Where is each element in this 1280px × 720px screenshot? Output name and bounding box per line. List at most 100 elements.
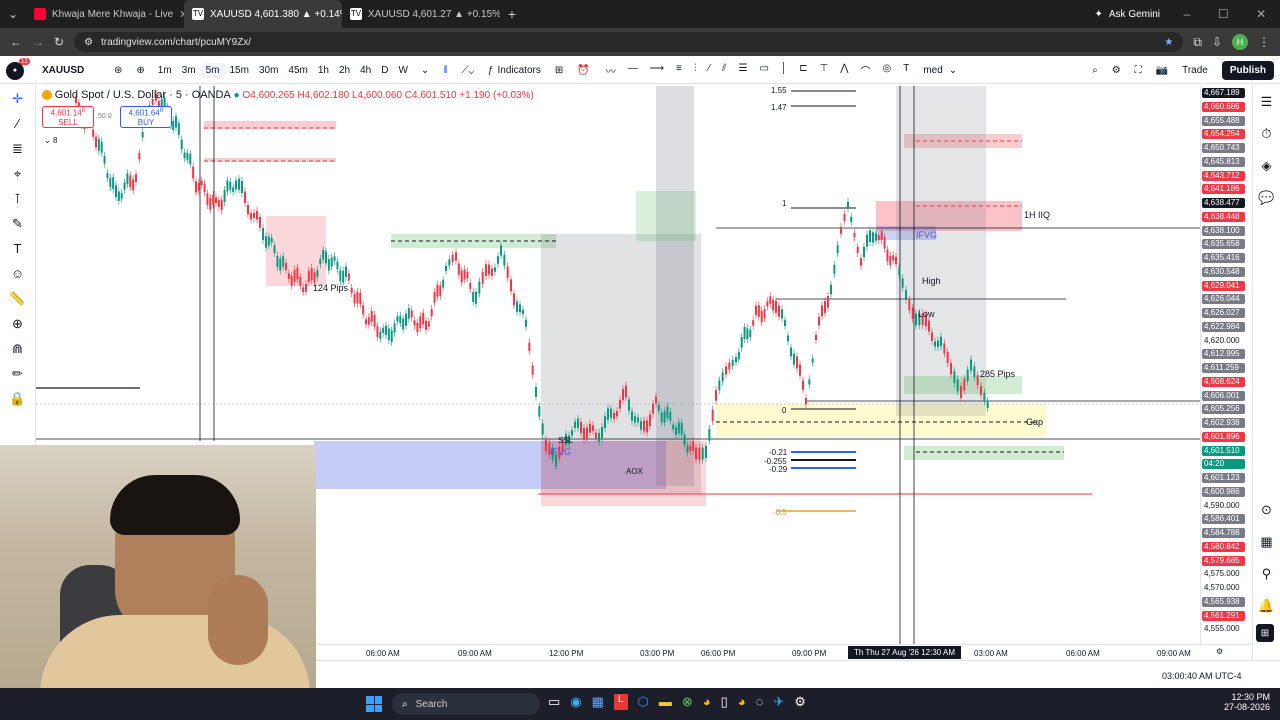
liquidity-label[interactable]: 1H IIQ [1024,210,1050,220]
taskbar-search[interactable]: ⌕ Search [392,693,540,715]
path-tool-icon[interactable]: ⋀ [840,63,848,78]
vline-tool-icon[interactable]: │ [781,63,787,78]
timeframe-3m[interactable]: 3m [177,63,201,78]
candle-style-icon[interactable]: ⫴ [437,65,453,76]
reload-icon[interactable]: ↻ [54,35,64,49]
chrome-icon-2[interactable]: ◕ [738,694,746,710]
ifvg-label[interactable]: IFVG [916,230,937,240]
scroll-to-realtime-icon[interactable]: ⊙ [1253,494,1280,526]
emoji-icon[interactable]: ☺ [0,261,35,286]
timeframe-dropdown-icon[interactable]: ⌄ [415,65,435,76]
timeframe-5m[interactable]: 5m [200,63,225,78]
notifications-icon[interactable]: 🔔 [1253,590,1280,622]
app-l-icon[interactable]: L [613,694,628,710]
tab-list-icon[interactable]: ⌄ [0,7,26,21]
timeframe-1h[interactable]: 1h [313,63,334,78]
site-info-icon[interactable]: ⚙ [84,37,93,48]
edge-icon[interactable]: ◉ [570,694,581,710]
rectangle-tool-icon[interactable]: ▭ [759,63,768,78]
forecast-tool-icon[interactable]: ⊺ [0,186,35,211]
magnet-icon[interactable]: ⋒ [0,336,35,361]
brush-tool-icon[interactable]: ✎ [0,211,35,236]
fib-tool-icon[interactable]: ≡ [676,63,682,78]
add-symbol-icon[interactable]: ⊕ [130,65,150,76]
search-icon[interactable]: ⌕ [1092,65,1098,76]
bookmark-star-icon[interactable]: ★ [1164,37,1173,48]
sell-button[interactable]: 4,601.140 SELL [42,106,94,128]
ask-gemini-button[interactable]: ✦ Ask Gemini [1084,9,1170,20]
timeframe-D[interactable]: D [376,63,393,78]
text-tool-icon[interactable]: T [903,63,909,78]
fullscreen-icon[interactable]: ⛶ [1135,65,1142,76]
windows-start-icon[interactable] [366,696,382,712]
text-anchor-icon[interactable]: ⊤ [820,63,829,78]
browser-menu-icon[interactable]: ⋮ [1258,35,1270,49]
maximize-icon[interactable]: ☐ [1218,7,1229,21]
url-field[interactable]: ⚙ tradingview.com/chart/pcuMY9Zx/ ★ [74,32,1184,52]
high-label[interactable]: High [922,276,941,286]
crosshair-tool-icon[interactable]: ✛ [0,86,35,111]
store-icon[interactable]: ▦ [592,694,604,710]
publish-button[interactable]: Publish [1221,61,1274,80]
close-window-icon[interactable]: ✕ [1256,7,1266,21]
new-tab-button[interactable]: + [500,6,524,22]
fib-retracement-tool-icon[interactable]: ≣ [0,136,35,161]
alerts-icon[interactable]: ⏱ [1253,118,1280,150]
indicator-toggle[interactable]: ⌄ 8 [44,136,57,145]
trade-button[interactable]: Trade [1182,65,1208,76]
timeframe-15m[interactable]: 15m [225,63,254,78]
forward-icon[interactable]: → [32,35,44,49]
symbol-search[interactable]: XAUUSD [36,65,106,76]
downloads-icon[interactable]: ⇩ [1212,35,1222,49]
measure-tool-icon[interactable]: ⊏ [799,63,807,78]
layout-name[interactable]: med [919,65,946,76]
line-style-icon[interactable]: ⟋⌄ [456,65,480,76]
zoom-in-icon[interactable]: ⊕ [0,311,35,336]
curve-tool-icon[interactable]: ⌒ [861,63,871,78]
templates-icon[interactable]: ⊞ [549,65,569,76]
alert-icon[interactable]: ⏰ [571,65,595,76]
indicators-button[interactable]: ƒ Indicators [482,65,547,76]
file-explorer-icon[interactable]: ▬ [659,694,672,710]
user-avatar[interactable]: ● 11 [6,57,30,80]
extensions-icon[interactable]: ⧉ [1193,35,1202,50]
lock-drawings-icon[interactable]: ✏ [0,361,35,386]
ray-tool-icon[interactable]: ⟶ [650,63,664,78]
app-icon[interactable]: ◌ [756,694,764,710]
app-a-icon[interactable]: ⬡ [638,694,649,710]
time-axis-settings-icon[interactable]: ⚙ [1216,647,1223,656]
timezone-clock[interactable]: 03:00:40 AM UTC-4 [1162,671,1242,681]
settings-icon[interactable]: ⚙ [1112,65,1121,76]
timeframe-2h[interactable]: 2h [334,63,355,78]
gap-label[interactable]: Gap [1026,417,1043,427]
apps-grid-icon[interactable]: ⊞ [1256,624,1274,642]
ssl-label[interactable]: SSL [558,436,573,445]
circle-tool-icon[interactable]: ◎ [883,63,892,78]
chrome-icon[interactable]: ◕ [703,694,711,710]
chat-icon[interactable]: 💬 [1253,182,1280,214]
timeframe-45m[interactable]: 45m [283,63,312,78]
brush-tool-icon[interactable]: 〰 [606,63,616,78]
low-label[interactable]: Low [918,309,935,319]
trend-line-icon[interactable]: ⁄ [708,63,710,78]
telegram-icon[interactable]: ✈ [773,694,784,710]
pips-annotation[interactable]: 124 Pips [313,283,348,293]
buy-button[interactable]: 4,601.640 BUY [120,106,172,128]
calendar-icon[interactable]: ▦ [1253,526,1280,558]
browser-tab-youtube[interactable]: Khwaja Mere Khwaja - Live ✕ [26,0,184,28]
timeframe-W[interactable]: W [393,63,412,78]
object-tree-icon[interactable]: ◈ [1253,150,1280,182]
text-tool-icon[interactable]: T [0,236,35,261]
minimize-icon[interactable]: – [1184,7,1191,21]
back-icon[interactable]: ← [10,35,22,49]
hline-tool-icon[interactable]: — [628,63,638,78]
ifvg-label[interactable]: IFVG [550,447,571,457]
timeframe-30m[interactable]: 30m [254,63,283,78]
pattern-tool-icon[interactable]: ⌖ [0,161,35,186]
layout-dropdown-icon[interactable]: ⌄ [949,65,957,76]
task-view-icon[interactable]: ▭ [548,694,560,710]
position-tool-icon[interactable]: ☰ [739,63,748,78]
trendline-tool-icon[interactable]: ⁄ [0,111,35,136]
ruler-icon[interactable]: 📏 [0,286,35,311]
profile-avatar[interactable]: H [1232,34,1248,50]
